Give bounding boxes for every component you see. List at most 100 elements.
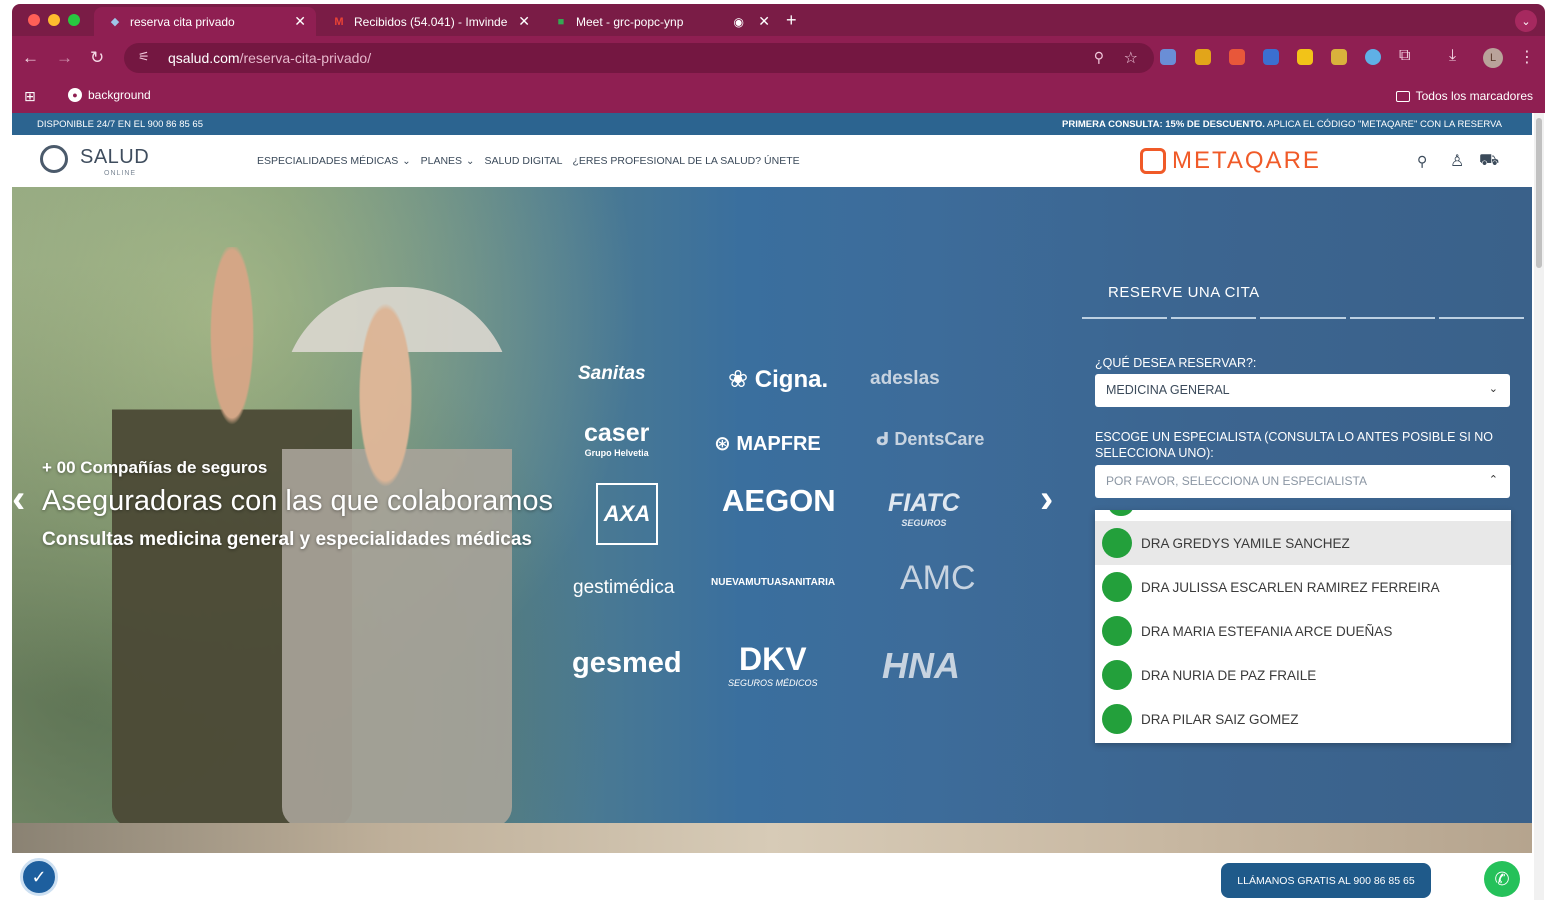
bookmark-background[interactable]: ● background <box>68 88 151 102</box>
footer-bar: ✓ LLÁMANOS GRATIS AL 900 86 85 65 ✆ <box>12 853 1532 900</box>
service-label: ¿QUÉ DESEA RESERVAR?: <box>1095 356 1257 370</box>
minimize-window-button[interactable] <box>48 14 60 26</box>
service-select[interactable]: MEDICINA GENERAL ⌄ <box>1095 374 1510 407</box>
specialist-option[interactable]: DRA MARIA ESTEFANIA ARCE DUEÑAS <box>1095 609 1511 653</box>
metaqare-logo[interactable]: METAQARE <box>1140 147 1321 175</box>
specialist-option[interactable]: DRA PILAR SAIZ GOMEZ <box>1095 697 1511 741</box>
cart-icon[interactable]: ⛟ <box>1479 151 1499 171</box>
all-bookmarks-label: Todos los marcadores <box>1415 89 1533 103</box>
extension-icon-2[interactable] <box>1195 49 1211 65</box>
zoom-window-button[interactable] <box>68 14 80 26</box>
gestimedica-logo: gestimédica <box>573 577 675 598</box>
profile-avatar[interactable]: L <box>1483 48 1503 68</box>
gmail-icon: M <box>334 15 344 28</box>
specialist-option[interactable]: DRA NURIA DE PAZ FRAILE <box>1095 653 1511 697</box>
tab-title: Meet - grc-popc-ynp <box>576 14 684 29</box>
extensions-puzzle-icon[interactable]: ⧉ <box>1399 47 1410 65</box>
nav-salud-digital[interactable]: SALUD DIGITAL <box>484 155 562 167</box>
recording-icon: ◉ <box>733 14 744 29</box>
close-tab-icon[interactable]: ✕ <box>758 13 770 30</box>
qsalud-logo[interactable]: SALUD ONLINE <box>38 143 150 179</box>
close-tab-icon[interactable]: ✕ <box>294 13 306 30</box>
extension-icon-7[interactable] <box>1365 49 1381 65</box>
amc-logo: AMC <box>900 559 976 597</box>
tab-reserva[interactable]: ◆ reserva cita privado ✕ <box>94 7 316 36</box>
kebab-menu-icon[interactable]: ⋮ <box>1519 47 1535 67</box>
specialist-select-placeholder: POR FAVOR, SELECCIONA UN ESPECIALISTA <box>1106 474 1367 488</box>
specialist-select[interactable]: POR FAVOR, SELECCIONA UN ESPECIALISTA ⌃ <box>1095 465 1510 498</box>
back-arrow-icon[interactable]: ← <box>22 48 39 68</box>
nuevamutua-logo: NUEVAMUTUASANITARIA <box>711 577 836 588</box>
globe-icon: ● <box>68 88 82 102</box>
site-favicon-icon: ◆ <box>110 16 120 28</box>
slider-prev-arrow-icon[interactable]: ‹ <box>12 477 25 522</box>
specialist-label: ESCOGE UN ESPECIALISTA (CONSULTA LO ANTE… <box>1095 430 1494 460</box>
user-icon[interactable]: ♙ <box>1450 151 1464 171</box>
specialist-dropdown-list: DRA GREDYS YAMILE SANCHEZ DRA JULISSA ES… <box>1095 510 1511 743</box>
main-menu: ESPECIALIDADES MÉDICAS ⌄ PLANES ⌄ SALUD DI… <box>257 155 800 167</box>
chevron-down-icon: ⌄ <box>1488 383 1498 395</box>
specialist-name: DRA NURIA DE PAZ FRAILE <box>1141 667 1317 683</box>
booking-title: RESERVE UNA CITA <box>1108 284 1260 301</box>
caser-logo: caser Grupo Helvetia <box>584 419 650 458</box>
metaqare-mark-icon <box>1140 148 1166 174</box>
nav-unete[interactable]: ¿ERES PROFESIONAL DE LA SALUD? ÚNETE <box>572 155 799 167</box>
specialist-name: DRA MARIA ESTEFANIA ARCE DUEÑAS <box>1141 623 1393 639</box>
logo-text: SALUD <box>80 146 150 168</box>
call-free-button[interactable]: LLÁMANOS GRATIS AL 900 86 85 65 <box>1221 863 1431 898</box>
dentscare-logo: ᑯ DentsCare <box>876 429 985 449</box>
announcement-bar: DISPONIBLE 24/7 EN EL 900 86 85 65 PRIME… <box>12 113 1532 135</box>
specialist-avatar <box>1102 616 1132 646</box>
whatsapp-icon[interactable]: ✆ <box>1484 861 1520 897</box>
chevron-down-icon: ⌄ <box>466 156 475 167</box>
close-tab-icon[interactable]: ✕ <box>518 13 530 30</box>
folder-icon <box>1395 90 1410 102</box>
download-icon[interactable]: ⤓ <box>1449 47 1456 65</box>
axa-logo: AXA <box>596 483 658 545</box>
extension-icon-1[interactable] <box>1160 49 1176 65</box>
site-info-icon[interactable]: ⚟ <box>138 49 150 65</box>
specialist-avatar <box>1109 510 1133 516</box>
specialist-option[interactable]: DRA JULISSA ESCARLEN RAMIREZ FERREIRA <box>1095 565 1511 609</box>
new-tab-button[interactable]: + <box>786 10 797 31</box>
cigna-logo: ❀ Cigna. <box>728 366 829 393</box>
dkv-logo: DKV SEGUROS MÉDICOS <box>728 641 818 688</box>
meet-icon: ■ <box>557 15 565 28</box>
close-window-button[interactable] <box>28 14 40 26</box>
bookmark-star-icon[interactable]: ☆ <box>1124 48 1138 68</box>
tab-strip: ◆ reserva cita privado ✕ M Recibidos (54… <box>12 4 1545 36</box>
zoom-icon[interactable]: ⚲ <box>1094 49 1104 66</box>
page-scrollbar[interactable] <box>1534 113 1544 900</box>
gesmed-logo: gesmed <box>572 647 682 679</box>
nav-especialidades[interactable]: ESPECIALIDADES MÉDICAS ⌄ <box>257 155 411 167</box>
specialist-option[interactable]: DRA GREDYS YAMILE SANCHEZ <box>1095 521 1511 565</box>
scrollbar-thumb[interactable] <box>1536 118 1542 268</box>
all-bookmarks-button[interactable]: Todos los marcadores <box>1395 89 1533 103</box>
window-controls <box>28 14 80 26</box>
hero-subtitle: Consultas medicina general y especialida… <box>42 529 532 550</box>
hero-title: Aseguradoras con las que colaboramos <box>42 485 554 517</box>
nav-planes[interactable]: PLANES ⌄ <box>421 155 475 167</box>
tab-search-button[interactable]: ⌄ <box>1515 10 1537 32</box>
apps-grid-icon[interactable]: ⊞ <box>24 88 36 105</box>
tab-title: Recibidos (54.041) - Imvinde <box>354 14 508 29</box>
browser-toolbar: ← → ↻ ⚟ qsalud.com/reserva-cita-privado/… <box>12 36 1545 81</box>
accessibility-icon[interactable]: ✓ <box>20 858 58 896</box>
tab-title: reserva cita privado <box>130 14 235 29</box>
sanitas-logo: Sanitas <box>578 363 646 384</box>
extension-icon-5[interactable] <box>1297 49 1313 65</box>
extension-icon-6[interactable] <box>1331 49 1347 65</box>
slider-next-arrow-icon[interactable]: › <box>1040 477 1053 522</box>
extension-icon-3[interactable] <box>1229 49 1245 65</box>
tab-meet[interactable]: ■ Meet - grc-popc-ynp ◉ ✕ <box>550 7 780 36</box>
fiatc-logo: FIATC SEGUROS <box>888 489 960 528</box>
specialist-avatar <box>1102 528 1132 558</box>
address-bar[interactable]: ⚟ qsalud.com/reserva-cita-privado/ ⚲ ☆ <box>124 43 1154 73</box>
reload-icon[interactable]: ↻ <box>90 48 104 68</box>
forward-arrow-icon[interactable]: → <box>56 48 73 68</box>
search-icon[interactable]: ⚲ <box>1417 153 1427 170</box>
metaqare-text: METAQARE <box>1172 147 1321 174</box>
extension-icon-4[interactable] <box>1263 49 1279 65</box>
tab-gmail[interactable]: M Recibidos (54.041) - Imvinde ✕ <box>326 7 540 36</box>
hna-logo: HNA <box>882 645 960 686</box>
